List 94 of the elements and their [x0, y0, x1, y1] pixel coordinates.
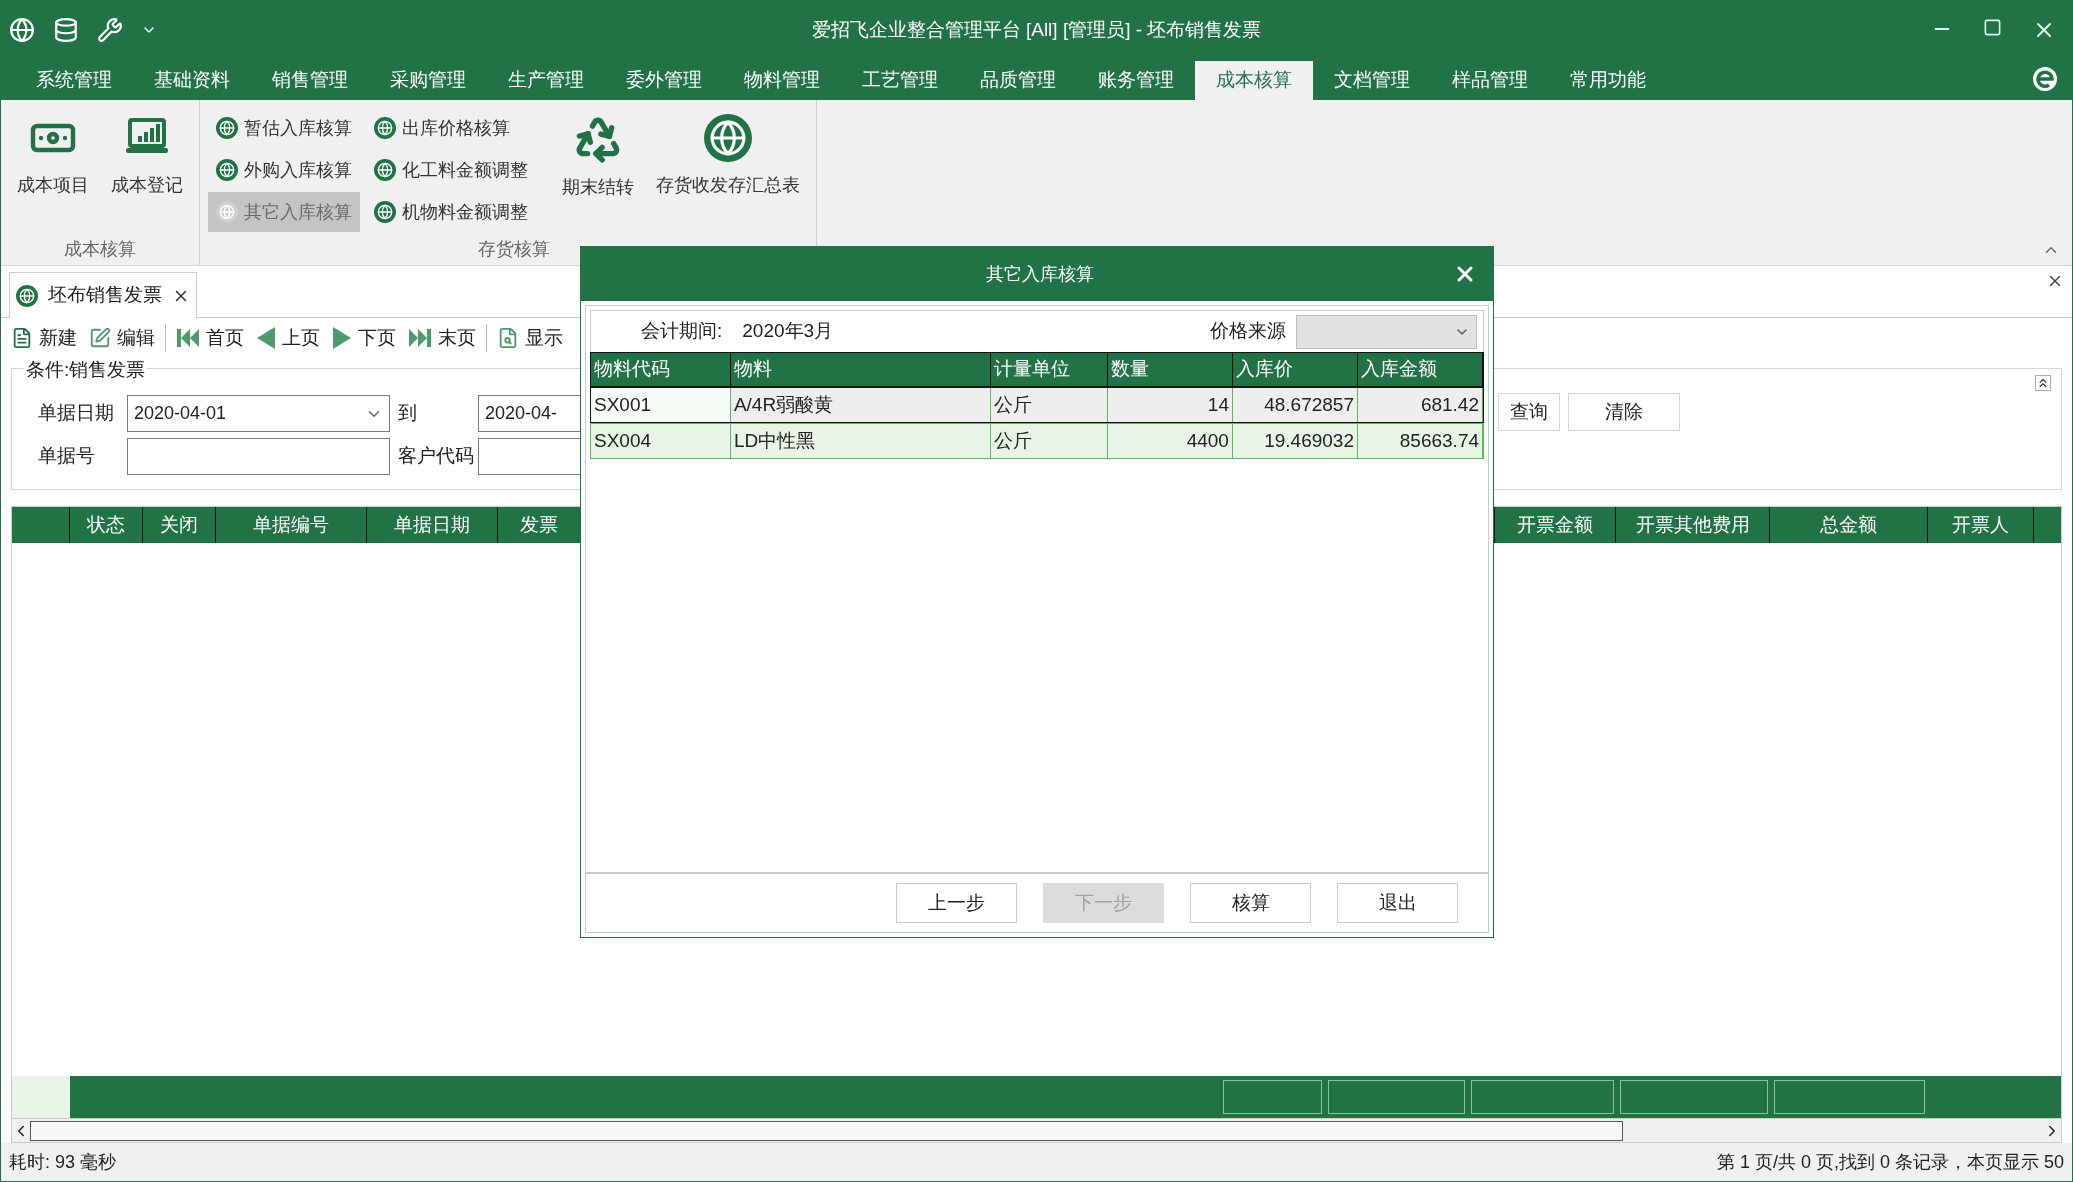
menu-tab[interactable]: 采购管理 [369, 61, 487, 100]
globe-icon [16, 284, 38, 307]
globe-icon[interactable] [9, 17, 35, 43]
dialog-title: 其它入库核算 [985, 262, 1095, 286]
period-value: 2020年3月 [742, 319, 834, 344]
globe-icon [374, 201, 396, 223]
field-label: 价格来源 [1210, 319, 1286, 344]
table-cell: 19.469032 [1232, 424, 1358, 458]
ribbon-button[interactable]: 暂估入库核算 [208, 108, 360, 148]
table-cell: LD中性黑 [730, 424, 991, 458]
footer-cell [12, 1076, 70, 1118]
filter-button[interactable]: 清除 [1568, 393, 1680, 431]
column-header[interactable]: 物料 [730, 353, 991, 386]
table-row[interactable]: SX001 A/4R弱酸黄 公斤 14 48.672857 681.42 [590, 387, 1484, 423]
field-label: 单据号 [38, 444, 96, 469]
preview-icon [497, 327, 519, 349]
menu-tab[interactable]: 基础资料 [133, 61, 251, 100]
field-label: 客户代码 [397, 444, 475, 469]
toolbar-button[interactable]: 末页 [406, 323, 478, 353]
ribbon-button[interactable]: 存货收发存汇总表 [648, 108, 808, 220]
globe-icon [374, 117, 396, 139]
menu-tab[interactable]: 成本核算 [1195, 61, 1313, 100]
field-label: 会计期间: [641, 319, 723, 344]
previous-page-icon [256, 326, 276, 350]
menu-tab[interactable]: 工艺管理 [841, 61, 959, 100]
document-tab[interactable]: 坯布销售发票 [9, 272, 197, 318]
filter-button[interactable]: 查询 [1498, 393, 1560, 431]
table-cell: 85663.74 [1358, 424, 1483, 458]
next-page-icon [332, 326, 352, 350]
menu-tab[interactable]: 常用功能 [1549, 61, 1667, 100]
ribbon-group-label: 存货核算 [478, 238, 550, 261]
column-header[interactable]: 物料代码 [591, 353, 731, 386]
toolbar-button[interactable]: 首页 [174, 323, 246, 353]
column-header[interactable]: 入库价 [1232, 353, 1358, 386]
field-label: 单据日期 [38, 401, 115, 426]
column-header[interactable]: 计量单位 [990, 353, 1108, 386]
ribbon-button[interactable]: 机物料金额调整 [366, 192, 536, 232]
globe-icon [216, 159, 238, 181]
window-title: 爱招飞企业整合管理平台 [All] [管理员] - 坯布销售发票 [810, 17, 1263, 42]
table-cell: 14 [1107, 388, 1233, 422]
dialog-button[interactable]: 核算 [1190, 883, 1311, 923]
ribbon-button[interactable]: 期末结转 [554, 108, 642, 220]
table-cell: 48.672857 [1232, 388, 1358, 422]
menu-tab[interactable]: 账务管理 [1077, 61, 1195, 100]
toolbar-button[interactable]: 编辑 [87, 323, 157, 353]
dialog-button[interactable]: 退出 [1337, 883, 1458, 923]
toolbar-button[interactable]: 下页 [330, 323, 398, 353]
paging-info: 第 1 页/共 0 页,找到 0 条记录，本页显示 50 [1716, 1150, 2064, 1174]
toolbar-button[interactable]: 显示 [495, 323, 565, 353]
menu-tab[interactable]: 系统管理 [15, 61, 133, 100]
ribbon-group-label: 成本核算 [64, 238, 136, 261]
table-cell: 公斤 [990, 424, 1108, 458]
menu-tab[interactable]: 物料管理 [723, 61, 841, 100]
menu-tab[interactable]: 样品管理 [1431, 61, 1549, 100]
document-icon [11, 327, 33, 349]
table-cell: 681.42 [1358, 388, 1483, 422]
ribbon-button[interactable]: 外购入库核算 [208, 150, 360, 190]
table-cell: SX004 [591, 424, 731, 458]
table-cell: 公斤 [990, 388, 1108, 422]
database-icon[interactable] [53, 17, 79, 43]
globe-icon [374, 159, 396, 181]
table-cell: SX001 [591, 388, 731, 422]
ribbon-button[interactable]: 成本项目 [9, 108, 97, 220]
logo-icon [2032, 66, 2058, 92]
field-label: 到 [397, 401, 418, 426]
column-header[interactable]: 数量 [1107, 353, 1233, 386]
horizontal-scrollbar[interactable] [12, 1118, 2061, 1142]
elapsed-time: 耗时: 93 毫秒 [9, 1150, 117, 1174]
ribbon-button[interactable]: 化工料金额调整 [366, 150, 536, 190]
collapse-icon[interactable] [2035, 375, 2051, 391]
ribbon-button[interactable]: 出库价格核算 [366, 108, 536, 148]
last-page-icon [408, 327, 432, 349]
globe-icon [704, 114, 752, 162]
text-field[interactable] [127, 438, 390, 475]
toolbar-button[interactable]: 新建 [9, 323, 79, 353]
menu-tab[interactable]: 委外管理 [605, 61, 723, 100]
table-cell: A/4R弱酸黄 [730, 388, 991, 422]
toolbar-button[interactable]: 上页 [254, 323, 322, 353]
maximize-icon[interactable] [1983, 18, 2002, 37]
menu-tab[interactable]: 生产管理 [487, 61, 605, 100]
menu-tab[interactable]: 品质管理 [959, 61, 1077, 100]
dialog-button[interactable]: 上一步 [896, 883, 1017, 923]
edit-icon [89, 327, 111, 349]
tools-icon[interactable] [97, 17, 123, 43]
globe-icon [216, 201, 238, 223]
globe-icon [216, 117, 238, 139]
first-page-icon [176, 327, 200, 349]
table-row[interactable]: SX004 LD中性黑 公斤 4400 19.469032 85663.74 [590, 423, 1484, 459]
table-cell: 4400 [1107, 424, 1233, 458]
date-field[interactable]: 2020-04-01 [127, 395, 390, 432]
ribbon-button[interactable]: 成本登记 [103, 108, 191, 220]
menu-tab[interactable]: 销售管理 [251, 61, 369, 100]
column-header[interactable]: 入库金额 [1358, 353, 1484, 386]
menu-tab[interactable]: 文档管理 [1313, 61, 1431, 100]
